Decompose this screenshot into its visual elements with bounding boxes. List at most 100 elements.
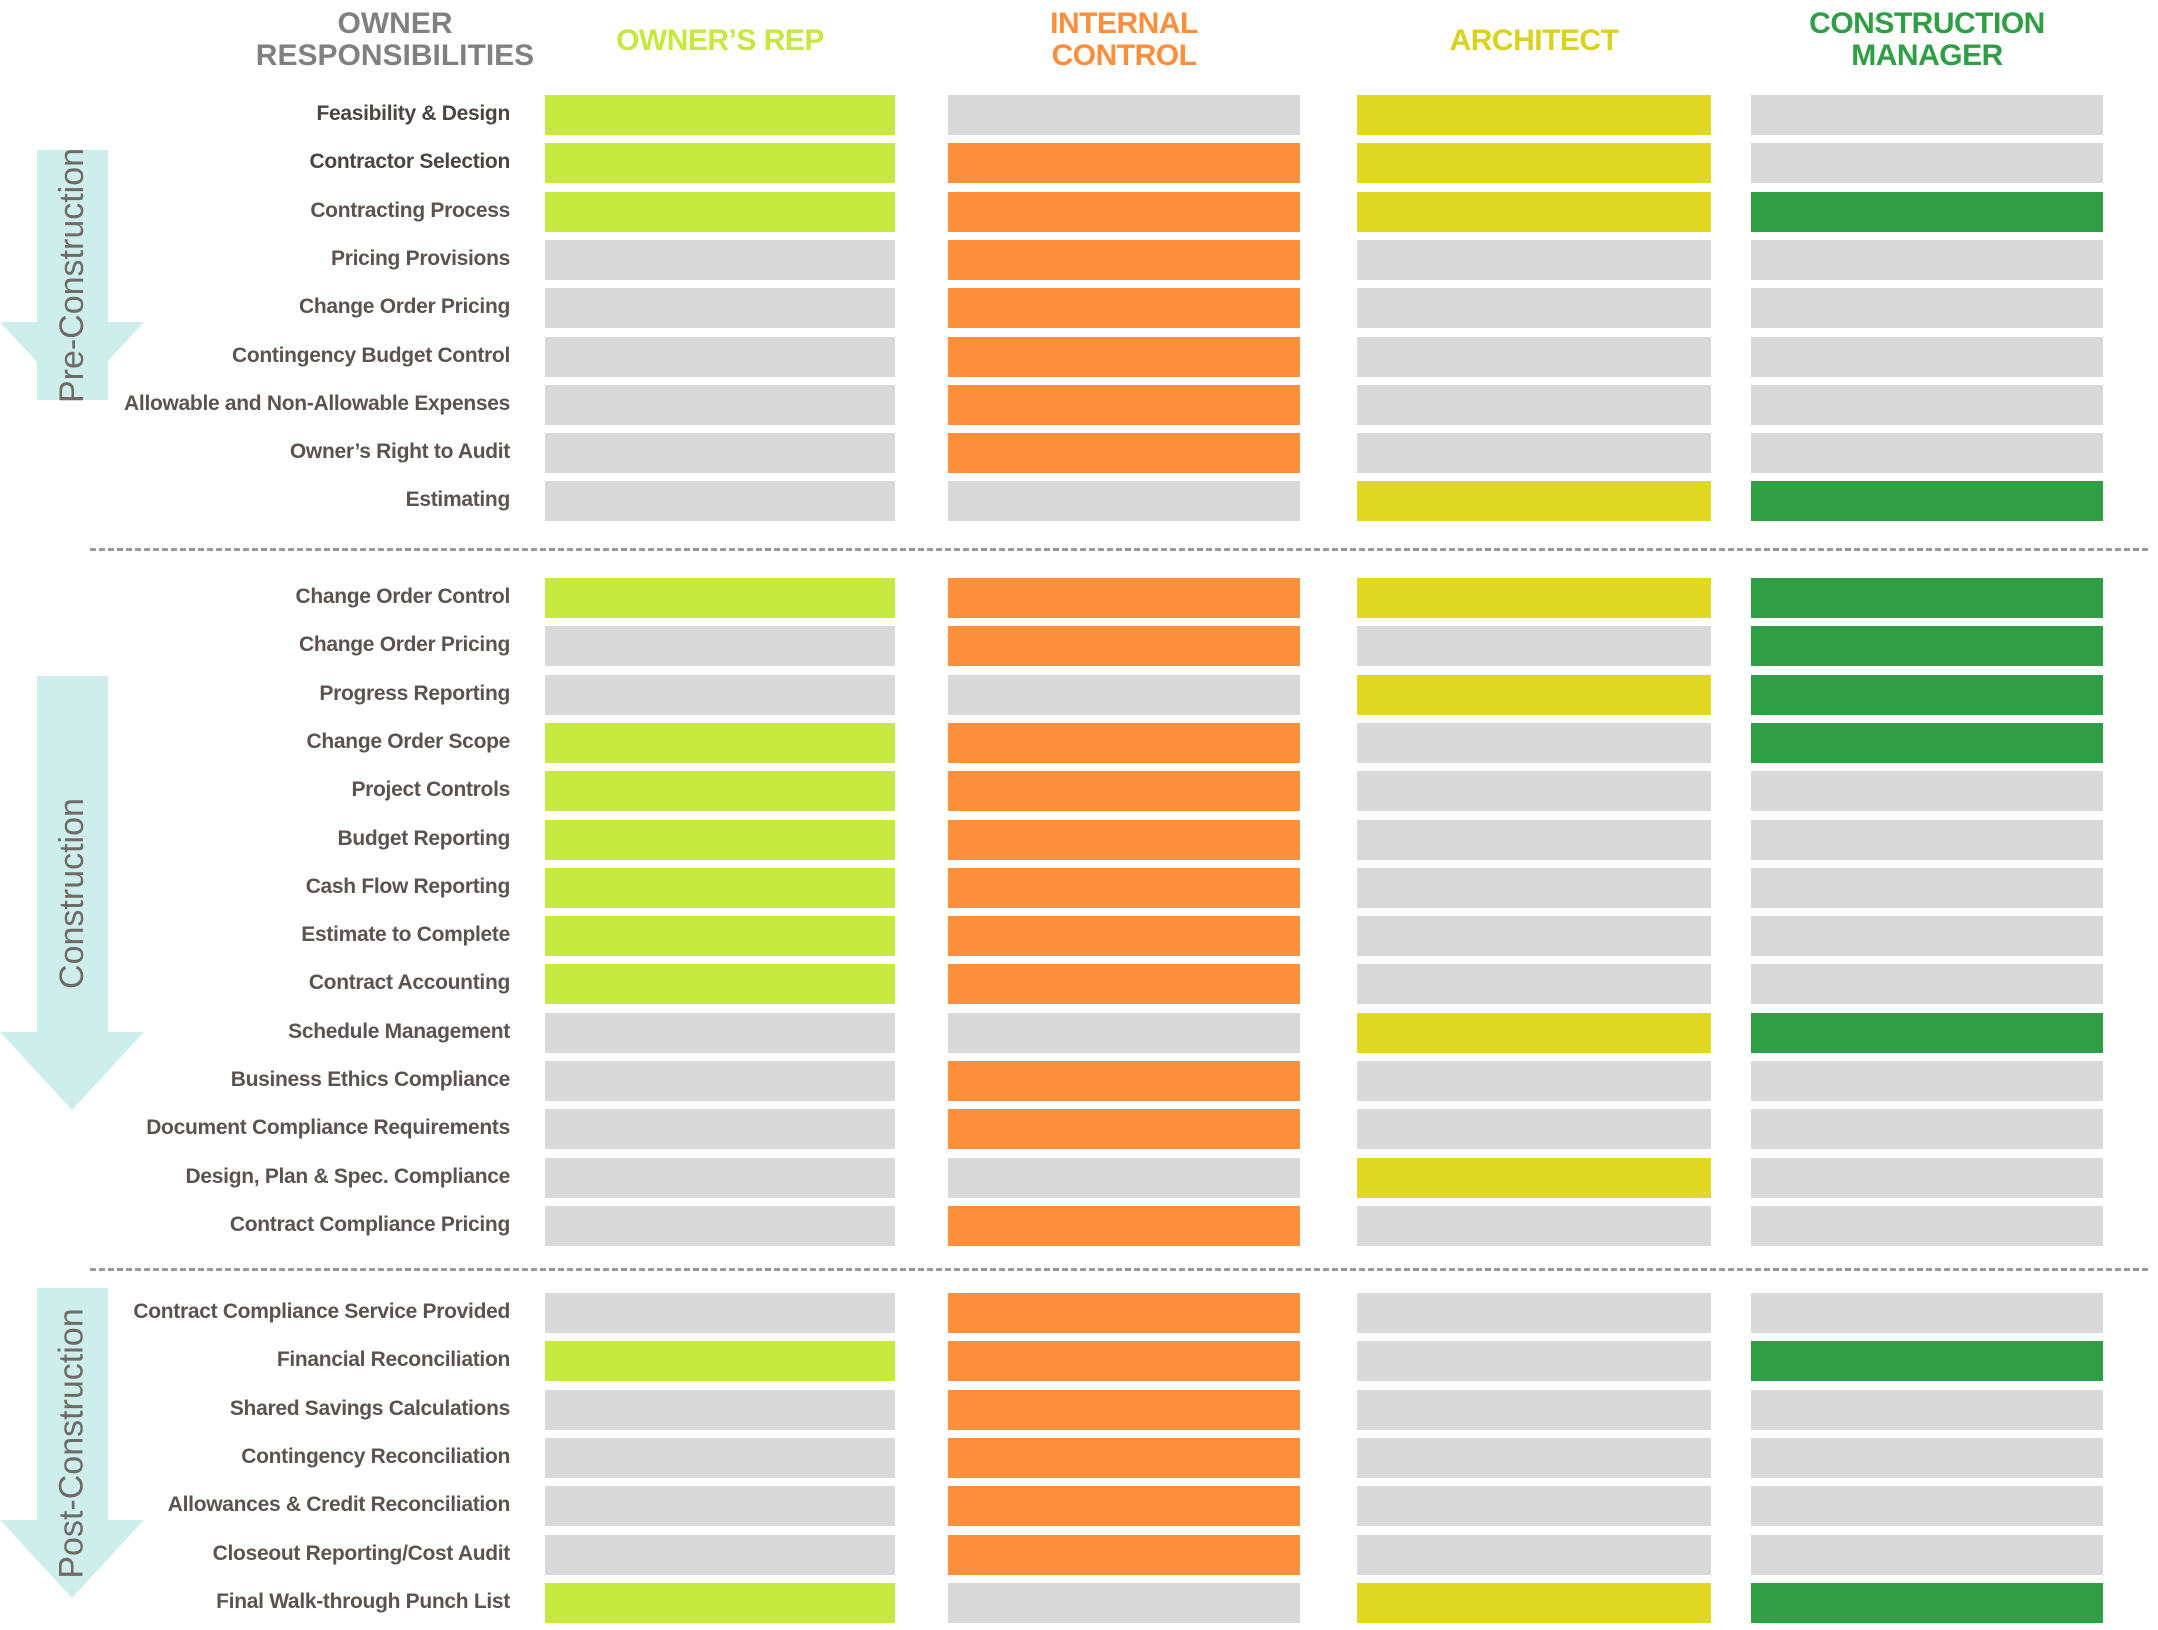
bar-architect-inactive bbox=[1357, 1205, 1711, 1246]
bar-owners_rep-inactive bbox=[545, 1293, 895, 1333]
bar-internal_control-active bbox=[948, 867, 1300, 908]
bar-architect-inactive bbox=[1357, 819, 1711, 860]
bar-architect-inactive bbox=[1357, 916, 1711, 957]
bar-internal_control-active bbox=[948, 1437, 1300, 1478]
bar-owners_rep-inactive bbox=[545, 1012, 895, 1053]
bar-internal_control-inactive bbox=[948, 1012, 1300, 1053]
bar-owners_rep-active bbox=[545, 95, 895, 135]
row-label: Owner’s Right to Audit bbox=[289, 440, 510, 464]
bar-internal_control-active bbox=[948, 1061, 1300, 1101]
row-label: Estimate to Complete bbox=[301, 923, 510, 947]
column-header-construction_manager: CONSTRUCTION MANAGER bbox=[1809, 7, 2045, 72]
bar-architect-inactive bbox=[1357, 722, 1711, 763]
row-label: Feasibility & Design bbox=[316, 102, 510, 125]
bar-construction_manager-inactive bbox=[1751, 1437, 2103, 1478]
bar-internal_control-active bbox=[948, 964, 1300, 1005]
row-label: Change Order Scope bbox=[306, 729, 511, 753]
bar-construction_manager-inactive bbox=[1751, 384, 2103, 425]
bar-owners_rep-active bbox=[545, 964, 895, 1005]
bar-internal_control-active bbox=[948, 143, 1300, 184]
bar-owners_rep-inactive bbox=[545, 239, 895, 280]
bar-owners_rep-active bbox=[545, 867, 895, 908]
row-label: Allowable and Non-Allowable Expenses bbox=[124, 391, 510, 415]
row-label: Contract Accounting bbox=[308, 971, 510, 995]
bar-construction_manager-active bbox=[1751, 722, 2103, 763]
row-label: Closeout Reporting/Cost Audit bbox=[212, 1541, 511, 1565]
bar-architect-active bbox=[1357, 95, 1711, 135]
responsibility-matrix: OWNER RESPONSIBILITIES OWNER’S REP INTERNA… bbox=[0, 0, 2158, 1630]
bar-architect-inactive bbox=[1357, 1061, 1711, 1101]
bar-owners_rep-inactive bbox=[545, 481, 895, 522]
column-header-owners_rep: OWNER’S REP bbox=[616, 24, 824, 57]
row-label: Contracting Process bbox=[310, 198, 510, 222]
bar-owners_rep-inactive bbox=[545, 1534, 895, 1575]
bar-owners_rep-inactive bbox=[545, 1486, 895, 1527]
bar-architect-inactive bbox=[1357, 1293, 1711, 1333]
bar-owners_rep-active bbox=[545, 191, 895, 232]
row-label: Contract Compliance Pricing bbox=[229, 1212, 510, 1236]
bar-construction_manager-active bbox=[1751, 191, 2103, 232]
bar-construction_manager-inactive bbox=[1751, 239, 2103, 280]
bar-internal_control-active bbox=[948, 433, 1300, 474]
bar-owners_rep-inactive bbox=[545, 1061, 895, 1101]
bar-architect-inactive bbox=[1357, 964, 1711, 1005]
bar-architect-inactive bbox=[1357, 1486, 1711, 1527]
bar-construction_manager-inactive bbox=[1751, 1389, 2103, 1430]
row-label: Business Ethics Compliance bbox=[230, 1068, 511, 1091]
bar-internal_control-active bbox=[948, 384, 1300, 425]
bar-construction_manager-inactive bbox=[1751, 433, 2103, 474]
row-label: Financial Reconciliation bbox=[276, 1348, 510, 1372]
bar-construction_manager-inactive bbox=[1751, 1486, 2103, 1527]
bar-internal_control-active bbox=[948, 819, 1300, 860]
bar-construction_manager-inactive bbox=[1751, 1109, 2103, 1150]
bar-internal_control-inactive bbox=[948, 481, 1300, 522]
bar-internal_control-active bbox=[948, 578, 1300, 618]
bar-owners_rep-active bbox=[545, 771, 895, 812]
bar-construction_manager-inactive bbox=[1751, 1061, 2103, 1101]
bar-owners_rep-inactive bbox=[545, 1389, 895, 1430]
bar-internal_control-active bbox=[948, 336, 1300, 377]
row-label: Contingency Reconciliation bbox=[241, 1444, 510, 1468]
bar-construction_manager-active bbox=[1751, 674, 2103, 715]
row-label: Final Walk-through Punch List bbox=[216, 1589, 510, 1613]
bar-owners_rep-inactive bbox=[545, 288, 895, 329]
bar-owners_rep-inactive bbox=[545, 1437, 895, 1478]
bar-construction_manager-active bbox=[1751, 1582, 2103, 1623]
row-label: Document Compliance Requirements bbox=[146, 1116, 510, 1140]
bar-construction_manager-active bbox=[1751, 1012, 2103, 1053]
bar-owners_rep-active bbox=[545, 916, 895, 957]
bar-construction_manager-active bbox=[1751, 578, 2103, 618]
bar-internal_control-active bbox=[948, 1109, 1300, 1150]
bar-construction_manager-inactive bbox=[1751, 867, 2103, 908]
bar-architect-inactive bbox=[1357, 1437, 1711, 1478]
bar-internal_control-active bbox=[948, 771, 1300, 812]
bar-internal_control-active bbox=[948, 1341, 1300, 1382]
row-label: Contingency Budget Control bbox=[231, 343, 510, 367]
bar-architect-inactive bbox=[1357, 288, 1711, 329]
bar-construction_manager-inactive bbox=[1751, 1157, 2103, 1198]
column-header-internal_control: INTERNAL CONTROL bbox=[1050, 7, 1198, 72]
bar-owners_rep-inactive bbox=[545, 626, 895, 667]
row-label: Allowances & Credit Reconciliation bbox=[167, 1493, 511, 1517]
row-label: Contractor Selection bbox=[309, 150, 510, 174]
bar-architect-active bbox=[1357, 1012, 1711, 1053]
bar-internal_control-active bbox=[948, 1205, 1300, 1246]
bar-owners_rep-inactive bbox=[545, 336, 895, 377]
bar-architect-inactive bbox=[1357, 1341, 1711, 1382]
bar-construction_manager-inactive bbox=[1751, 95, 2103, 135]
bar-architect-inactive bbox=[1357, 1389, 1711, 1430]
row-label: Progress Reporting bbox=[319, 681, 510, 705]
bar-owners_rep-active bbox=[545, 1341, 895, 1382]
bar-architect-active bbox=[1357, 1582, 1711, 1623]
bar-internal_control-active bbox=[948, 288, 1300, 329]
row-label: Budget Reporting bbox=[337, 826, 510, 850]
bar-architect-active bbox=[1357, 143, 1711, 184]
bar-internal_control-active bbox=[948, 1534, 1300, 1575]
row-label: Cash Flow Reporting bbox=[305, 874, 511, 898]
bar-owners_rep-inactive bbox=[545, 433, 895, 474]
row-label: Pricing Provisions bbox=[331, 246, 510, 270]
bar-owners_rep-inactive bbox=[545, 1157, 895, 1198]
bar-construction_manager-inactive bbox=[1751, 336, 2103, 377]
bar-owners_rep-inactive bbox=[545, 674, 895, 715]
bar-construction_manager-inactive bbox=[1751, 1293, 2103, 1333]
